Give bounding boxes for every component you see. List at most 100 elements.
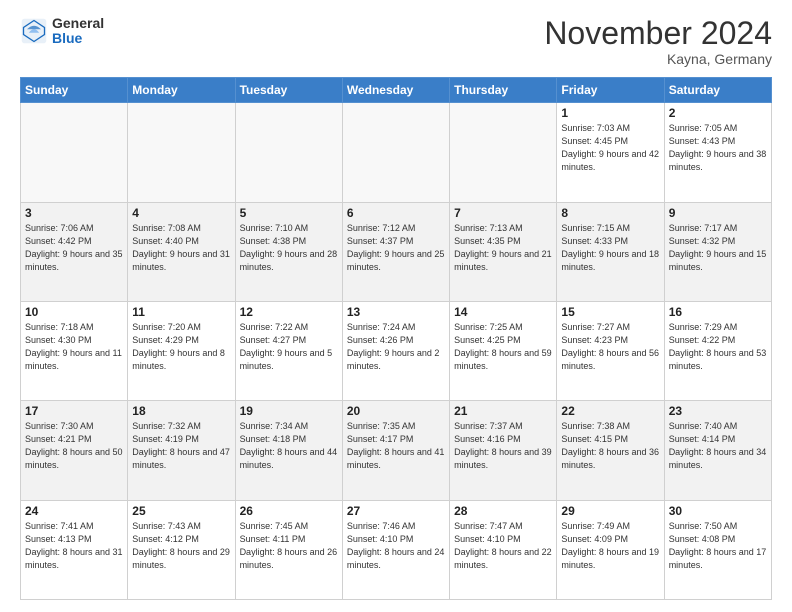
logo-icon <box>20 17 48 45</box>
cell-4-0: 24 Sunrise: 7:41 AM Sunset: 4:13 PM Dayli… <box>21 500 128 599</box>
day-info-4-4: Sunrise: 7:47 AM Sunset: 4:10 PM Dayligh… <box>454 520 552 572</box>
header-friday: Friday <box>557 78 664 103</box>
day-num-1-6: 9 <box>669 206 767 220</box>
cell-2-2: 12Sunrise: 7:22 AM Sunset: 4:27 PM Dayli… <box>235 301 342 400</box>
location: Kayna, Germany <box>544 51 772 67</box>
day-num-1-5: 8 <box>561 206 659 220</box>
cell-2-0: 10 Sunrise: 7:18 AM Sunset: 4:30 PM Dayli… <box>21 301 128 400</box>
day-num-1-3: 6 <box>347 206 445 220</box>
day-num-4-0: 24 <box>25 504 123 518</box>
day-info-3-6: Sunrise: 7:40 AM Sunset: 4:14 PM Dayligh… <box>669 420 767 472</box>
day-info-4-3: Sunrise: 7:46 AM Sunset: 4:10 PM Dayligh… <box>347 520 445 572</box>
day-info-3-5: Sunrise: 7:38 AM Sunset: 4:15 PM Dayligh… <box>561 420 659 472</box>
day-num-4-5: 29 <box>561 504 659 518</box>
logo-blue-text: Blue <box>52 31 104 46</box>
day-num-3-4: 21 <box>454 404 552 418</box>
day-num-4-3: 27 <box>347 504 445 518</box>
day-info-1-4: Sunrise: 7:13 AM Sunset: 4:35 PM Dayligh… <box>454 222 552 274</box>
header-sunday: Sunday <box>21 78 128 103</box>
day-info-1-0: Sunrise: 7:06 AM Sunset: 4:42 PM Dayligh… <box>25 222 123 274</box>
day-info-3-2: Sunrise: 7:34 AM Sunset: 4:18 PM Dayligh… <box>240 420 338 472</box>
week-row-3: 17 Sunrise: 7:30 AM Sunset: 4:21 PM Dayli… <box>21 401 772 500</box>
day-num-1-2: 5 <box>240 206 338 220</box>
day-num-1-4: 7 <box>454 206 552 220</box>
cell-4-3: 27 Sunrise: 7:46 AM Sunset: 4:10 PM Dayli… <box>342 500 449 599</box>
day-info-1-5: Sunrise: 7:15 AM Sunset: 4:33 PM Dayligh… <box>561 222 659 274</box>
day-info-4-6: Sunrise: 7:50 AM Sunset: 4:08 PM Dayligh… <box>669 520 767 572</box>
cell-2-3: 13 Sunrise: 7:24 AM Sunset: 4:26 PM Dayli… <box>342 301 449 400</box>
cell-2-1: 11Sunrise: 7:20 AM Sunset: 4:29 PM Dayli… <box>128 301 235 400</box>
cell-3-6: 23Sunrise: 7:40 AM Sunset: 4:14 PM Dayli… <box>664 401 771 500</box>
logo: General Blue <box>20 16 104 47</box>
cell-3-1: 18Sunrise: 7:32 AM Sunset: 4:19 PM Dayli… <box>128 401 235 500</box>
day-info-1-3: Sunrise: 7:12 AM Sunset: 4:37 PM Dayligh… <box>347 222 445 274</box>
title-block: November 2024 Kayna, Germany <box>544 16 772 67</box>
day-num-4-1: 25 <box>132 504 230 518</box>
cell-3-5: 22Sunrise: 7:38 AM Sunset: 4:15 PM Dayli… <box>557 401 664 500</box>
cell-3-3: 20 Sunrise: 7:35 AM Sunset: 4:17 PM Dayli… <box>342 401 449 500</box>
day-num-4-2: 26 <box>240 504 338 518</box>
day-num-2-0: 10 <box>25 305 123 319</box>
cell-1-5: 8 Sunrise: 7:15 AM Sunset: 4:33 PM Daylig… <box>557 202 664 301</box>
day-info-2-5: Sunrise: 7:27 AM Sunset: 4:23 PM Dayligh… <box>561 321 659 373</box>
cell-0-4 <box>450 103 557 202</box>
day-info-2-4: Sunrise: 7:25 AM Sunset: 4:25 PM Dayligh… <box>454 321 552 373</box>
cell-1-4: 7 Sunrise: 7:13 AM Sunset: 4:35 PM Daylig… <box>450 202 557 301</box>
logo-general-text: General <box>52 16 104 31</box>
day-num-1-0: 3 <box>25 206 123 220</box>
day-num-1-1: 4 <box>132 206 230 220</box>
cell-1-2: 5 Sunrise: 7:10 AM Sunset: 4:38 PM Daylig… <box>235 202 342 301</box>
week-row-4: 24 Sunrise: 7:41 AM Sunset: 4:13 PM Dayli… <box>21 500 772 599</box>
cell-1-3: 6 Sunrise: 7:12 AM Sunset: 4:37 PM Daylig… <box>342 202 449 301</box>
cell-4-1: 25 Sunrise: 7:43 AM Sunset: 4:12 PM Dayli… <box>128 500 235 599</box>
week-row-2: 10 Sunrise: 7:18 AM Sunset: 4:30 PM Dayli… <box>21 301 772 400</box>
header-tuesday: Tuesday <box>235 78 342 103</box>
page: General Blue November 2024 Kayna, German… <box>0 0 792 612</box>
day-info-4-1: Sunrise: 7:43 AM Sunset: 4:12 PM Dayligh… <box>132 520 230 572</box>
cell-3-4: 21 Sunrise: 7:37 AM Sunset: 4:16 PM Dayli… <box>450 401 557 500</box>
day-num-4-6: 30 <box>669 504 767 518</box>
cell-4-6: 30 Sunrise: 7:50 AM Sunset: 4:08 PM Dayli… <box>664 500 771 599</box>
header-wednesday: Wednesday <box>342 78 449 103</box>
day-num-0-6: 2 <box>669 106 767 120</box>
cell-2-6: 16 Sunrise: 7:29 AM Sunset: 4:22 PM Dayli… <box>664 301 771 400</box>
day-info-2-3: Sunrise: 7:24 AM Sunset: 4:26 PM Dayligh… <box>347 321 445 373</box>
cell-4-2: 26Sunrise: 7:45 AM Sunset: 4:11 PM Dayli… <box>235 500 342 599</box>
week-row-0: 1Sunrise: 7:03 AM Sunset: 4:45 PM Daylig… <box>21 103 772 202</box>
day-info-2-6: Sunrise: 7:29 AM Sunset: 4:22 PM Dayligh… <box>669 321 767 373</box>
cell-1-6: 9 Sunrise: 7:17 AM Sunset: 4:32 PM Daylig… <box>664 202 771 301</box>
header-monday: Monday <box>128 78 235 103</box>
day-info-1-6: Sunrise: 7:17 AM Sunset: 4:32 PM Dayligh… <box>669 222 767 274</box>
cell-2-4: 14 Sunrise: 7:25 AM Sunset: 4:25 PM Dayli… <box>450 301 557 400</box>
day-num-2-4: 14 <box>454 305 552 319</box>
day-num-3-2: 19 <box>240 404 338 418</box>
cell-1-1: 4 Sunrise: 7:08 AM Sunset: 4:40 PM Daylig… <box>128 202 235 301</box>
day-num-4-4: 28 <box>454 504 552 518</box>
cell-1-0: 3 Sunrise: 7:06 AM Sunset: 4:42 PM Daylig… <box>21 202 128 301</box>
calendar-table: Sunday Monday Tuesday Wednesday Thursday… <box>20 77 772 600</box>
cell-0-1 <box>128 103 235 202</box>
day-num-2-3: 13 <box>347 305 445 319</box>
day-num-2-5: 15 <box>561 305 659 319</box>
day-info-3-4: Sunrise: 7:37 AM Sunset: 4:16 PM Dayligh… <box>454 420 552 472</box>
logo-text: General Blue <box>52 16 104 47</box>
day-info-2-1: Sunrise: 7:20 AM Sunset: 4:29 PM Dayligh… <box>132 321 230 373</box>
cell-0-2 <box>235 103 342 202</box>
day-info-1-2: Sunrise: 7:10 AM Sunset: 4:38 PM Dayligh… <box>240 222 338 274</box>
day-info-1-1: Sunrise: 7:08 AM Sunset: 4:40 PM Dayligh… <box>132 222 230 274</box>
day-num-2-6: 16 <box>669 305 767 319</box>
day-num-3-0: 17 <box>25 404 123 418</box>
day-info-4-0: Sunrise: 7:41 AM Sunset: 4:13 PM Dayligh… <box>25 520 123 572</box>
cell-4-4: 28 Sunrise: 7:47 AM Sunset: 4:10 PM Dayli… <box>450 500 557 599</box>
day-info-3-3: Sunrise: 7:35 AM Sunset: 4:17 PM Dayligh… <box>347 420 445 472</box>
cell-3-0: 17 Sunrise: 7:30 AM Sunset: 4:21 PM Dayli… <box>21 401 128 500</box>
cell-3-2: 19 Sunrise: 7:34 AM Sunset: 4:18 PM Dayli… <box>235 401 342 500</box>
day-info-3-0: Sunrise: 7:30 AM Sunset: 4:21 PM Dayligh… <box>25 420 123 472</box>
calendar-header: Sunday Monday Tuesday Wednesday Thursday… <box>21 78 772 103</box>
day-num-3-3: 20 <box>347 404 445 418</box>
cell-0-6: 2Sunrise: 7:05 AM Sunset: 4:43 PM Daylig… <box>664 103 771 202</box>
day-info-2-0: Sunrise: 7:18 AM Sunset: 4:30 PM Dayligh… <box>25 321 123 373</box>
day-num-2-2: 12 <box>240 305 338 319</box>
calendar: Sunday Monday Tuesday Wednesday Thursday… <box>20 77 772 600</box>
month-title: November 2024 <box>544 16 772 51</box>
